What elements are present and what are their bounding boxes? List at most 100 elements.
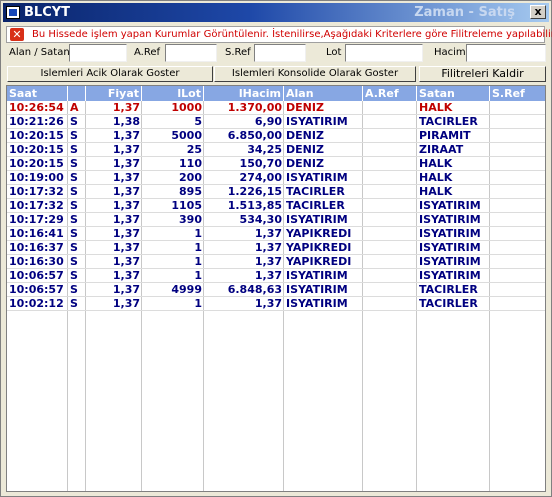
aref-input[interactable] <box>165 44 217 62</box>
cell-satan: TACIRLER <box>419 115 478 128</box>
cell-saat: 10:20:15 <box>9 129 64 142</box>
table-row[interactable]: 10:17:29 S 1,37 390 534,30 ISYATIRIM ISYATIRIM <box>7 213 545 227</box>
info-bar: ✕ Bu Hissede işlem yapan Kurumlar Görünt… <box>6 26 552 43</box>
cell-aref <box>363 269 417 283</box>
table-row[interactable]: 10:06:57 S 1,37 4999 6.848,63 ISYATIRIM TACIRL… <box>7 283 545 297</box>
window-subtitle: Zaman - Satış <box>414 5 515 20</box>
trades-table[interactable]: Saat Fiyat lLot lHacim Alan A.Ref Satan … <box>6 85 546 492</box>
cell-lot: 1 <box>194 269 202 282</box>
header-satan[interactable]: Satan <box>417 86 490 101</box>
cell-saat: 10:16:37 <box>9 241 64 254</box>
cell-aref <box>363 199 417 213</box>
table-row[interactable]: 10:16:37 S 1,37 1 1,37 YAPIKREDI ISYATIRIM <box>7 241 545 255</box>
header-fiyat[interactable]: Fiyat <box>86 86 142 101</box>
cell-lot: 1 <box>194 241 202 254</box>
header-alan[interactable]: Alan <box>284 86 363 101</box>
cell-aref <box>363 241 417 255</box>
table-row[interactable]: 10:17:32 S 1,37 895 1.226,15 TACIRLER HALK <box>7 185 545 199</box>
close-info-icon[interactable]: ✕ <box>10 28 24 41</box>
cell-aref <box>363 129 417 143</box>
cell-side: S <box>70 255 78 268</box>
cell-aref <box>363 297 417 311</box>
cell-fiyat: 1,37 <box>112 283 140 296</box>
cell-sref <box>490 213 545 227</box>
cell-saat: 10:17:32 <box>9 185 64 198</box>
cell-aref <box>363 185 417 199</box>
app-icon <box>6 6 20 19</box>
cell-saat: 10:19:00 <box>9 171 64 184</box>
cell-saat: 10:02:12 <box>9 297 64 310</box>
cell-hacim: 1,37 <box>254 269 282 282</box>
table-header: Saat Fiyat lLot lHacim Alan A.Ref Satan … <box>7 86 545 101</box>
cell-fiyat: 1,37 <box>112 171 140 184</box>
cell-side: S <box>70 143 78 156</box>
cell-saat: 10:17:29 <box>9 213 64 226</box>
table-row[interactable]: 10:26:54 A 1,37 1000 1.370,00 DENIZ HALK <box>7 101 545 115</box>
cell-lot: 1105 <box>171 199 202 212</box>
header-lot[interactable]: lLot <box>142 86 204 101</box>
cell-side: S <box>70 283 78 296</box>
lot-input[interactable] <box>345 44 423 62</box>
alan-satan-input[interactable] <box>69 44 127 62</box>
cell-alan: ISYATIRIM <box>286 115 348 128</box>
cell-side: S <box>70 199 78 212</box>
cell-lot: 5000 <box>171 129 202 142</box>
show-consolidated-button[interactable]: Islemleri Konsolide Olarak Goster <box>214 66 416 82</box>
table-row[interactable]: 10:16:30 S 1,37 1 1,37 YAPIKREDI ISYATIRIM <box>7 255 545 269</box>
cell-saat: 10:06:57 <box>9 283 64 296</box>
header-aref[interactable]: A.Ref <box>363 86 417 101</box>
cell-hacim: 1,37 <box>254 227 282 240</box>
header-saat[interactable]: Saat <box>7 86 68 101</box>
table-row[interactable]: 10:20:15 S 1,37 110 150,70 DENIZ HALK <box>7 157 545 171</box>
table-row[interactable]: 10:20:15 S 1,37 25 34,25 DENIZ ZIRAAT <box>7 143 545 157</box>
cell-satan: PIRAMIT <box>419 129 471 142</box>
cell-fiyat: 1,37 <box>112 143 140 156</box>
cell-lot: 1000 <box>171 101 202 114</box>
close-button[interactable]: x <box>530 5 546 19</box>
cell-alan: TACIRLER <box>286 185 345 198</box>
table-row[interactable]: 10:06:57 S 1,37 1 1,37 ISYATIRIM ISYATIRIM <box>7 269 545 283</box>
cell-saat: 10:06:57 <box>9 269 64 282</box>
header-side[interactable] <box>68 86 86 101</box>
show-open-button[interactable]: Islemleri Acik Olarak Goster <box>7 66 213 82</box>
table-row[interactable]: 10:21:26 S 1,38 5 6,90 ISYATIRIM TACIRLER <box>7 115 545 129</box>
cell-satan: ISYATIRIM <box>419 255 481 268</box>
hacim-input[interactable] <box>466 44 546 62</box>
table-row[interactable]: 10:17:32 S 1,37 1105 1.513,85 TACIRLER ISYATIR… <box>7 199 545 213</box>
title-bar[interactable]: BLCYT Zaman - Satış x <box>3 3 549 22</box>
cell-side: A <box>70 101 79 114</box>
table-row[interactable]: 10:19:00 S 1,37 200 274,00 ISYATIRIM HALK <box>7 171 545 185</box>
cell-fiyat: 1,37 <box>112 185 140 198</box>
cell-side: S <box>70 171 78 184</box>
clear-filters-button[interactable]: Filitreleri Kaldir <box>419 66 546 82</box>
header-sref[interactable]: S.Ref <box>490 86 545 101</box>
cell-hacim: 34,25 <box>247 143 282 156</box>
aref-label: A.Ref <box>134 47 161 58</box>
cell-satan: HALK <box>419 185 453 198</box>
cell-saat: 10:16:41 <box>9 227 64 240</box>
cell-saat: 10:16:30 <box>9 255 64 268</box>
hacim-label: Hacim <box>434 47 466 58</box>
cell-hacim: 6.848,63 <box>227 283 282 296</box>
header-hacim[interactable]: lHacim <box>204 86 284 101</box>
table-row[interactable]: 10:20:15 S 1,37 5000 6.850,00 DENIZ PIRAMIT <box>7 129 545 143</box>
cell-hacim: 150,70 <box>239 157 282 170</box>
cell-alan: DENIZ <box>286 101 324 114</box>
cell-side: S <box>70 213 78 226</box>
cell-fiyat: 1,37 <box>112 101 140 114</box>
cell-fiyat: 1,37 <box>112 227 140 240</box>
sref-input[interactable] <box>254 44 306 62</box>
table-row[interactable]: 10:02:12 S 1,37 1 1,37 ISYATIRIM TACIRLER <box>7 297 545 311</box>
cell-satan: ISYATIRIM <box>419 199 481 212</box>
cell-side: S <box>70 115 78 128</box>
cell-aref <box>363 227 417 241</box>
cell-saat: 10:17:32 <box>9 199 64 212</box>
cell-satan: ISYATIRIM <box>419 241 481 254</box>
sref-label: S.Ref <box>225 47 251 58</box>
cell-fiyat: 1,37 <box>112 255 140 268</box>
cell-fiyat: 1,37 <box>112 269 140 282</box>
window-title: BLCYT <box>24 5 71 20</box>
cell-side: S <box>70 227 78 240</box>
table-row[interactable]: 10:16:41 S 1,37 1 1,37 YAPIKREDI ISYATIRIM <box>7 227 545 241</box>
trade-window: BLCYT Zaman - Satış x ✕ Bu Hissede işlem… <box>0 0 552 497</box>
